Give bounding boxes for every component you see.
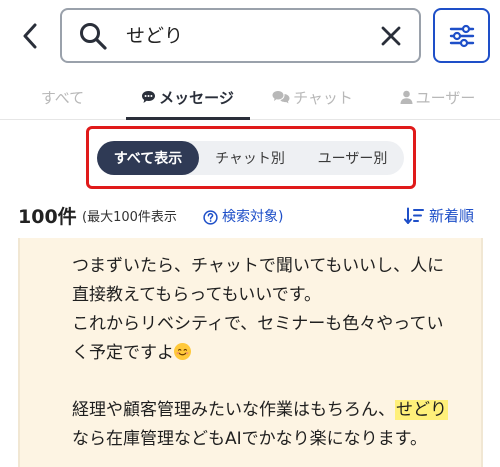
tab-chats[interactable]: チャット: [250, 74, 375, 120]
message-line-5-row: 経理や顧客管理みたいな作業はもちろん、せどり: [72, 396, 448, 424]
result-max-note: (最大100件表示: [82, 210, 177, 225]
message-line-4: く予定ですよ: [72, 343, 174, 363]
tab-all-label: すべて: [40, 88, 85, 107]
sliders-icon: [449, 24, 474, 47]
search-target-link[interactable]: 検索対象): [203, 207, 283, 227]
display-mode-segmented-control: すべて表示 チャット別 ユーザー別: [97, 141, 404, 175]
message-line-2: 直接教えてもらってもいいです。: [72, 285, 322, 305]
keyword-highlight: せどり: [395, 400, 448, 420]
tab-messages-label: メッセージ: [159, 88, 234, 107]
tab-users[interactable]: ユーザー: [375, 74, 500, 120]
sort-label: 新着順: [429, 207, 475, 225]
search-target-label: 検索対象): [222, 209, 284, 225]
tab-messages[interactable]: メッセージ: [125, 74, 250, 120]
speech-bubble-icon: [142, 91, 156, 103]
chat-bubbles-icon: [272, 91, 290, 104]
segment-by-chat-label: チャット別: [215, 151, 285, 167]
sort-descending-icon: [404, 207, 424, 224]
tab-chats-label: チャット: [293, 88, 353, 107]
search-header: せどり: [0, 0, 500, 74]
segment-all[interactable]: すべて表示: [97, 141, 199, 175]
message-line-5-text: 経理や顧客管理みたいな作業はもちろん、: [72, 400, 395, 420]
search-input[interactable]: せどり: [60, 8, 421, 63]
search-icon: [80, 23, 107, 50]
search-query-text: せどり: [126, 25, 184, 47]
close-icon[interactable]: [378, 23, 404, 49]
active-tab-indicator: [126, 117, 250, 120]
question-circle-icon: [203, 209, 218, 225]
tab-users-label: ユーザー: [415, 88, 476, 107]
message-line-6: なら在庫管理などもAIでかなり楽になります。: [72, 429, 427, 449]
smiling-face-icon: [174, 343, 191, 360]
chevron-left-icon: [23, 23, 37, 49]
back-button[interactable]: [14, 18, 46, 54]
person-icon: [400, 90, 413, 104]
sort-button[interactable]: 新着順: [404, 205, 474, 227]
message-line-3: これからリベシティで、セミナーも色々やってい: [72, 314, 444, 334]
message-result-card[interactable]: つまずいたら、チャットで聞いてもいいし、人に 直接教えてもらってもいいです。 こ…: [18, 238, 483, 467]
filter-button[interactable]: [433, 8, 490, 63]
segment-all-label: すべて表示: [113, 151, 183, 167]
tab-all[interactable]: すべて: [0, 74, 125, 120]
segment-by-user-label: ユーザー別: [317, 151, 388, 167]
result-count: 100件: [18, 206, 77, 228]
search-tabs: すべて メッセージ チャット ユーザー: [0, 74, 500, 120]
segment-by-user[interactable]: ユーザー別: [301, 141, 404, 175]
segment-by-chat[interactable]: チャット別: [199, 141, 301, 175]
message-line-1: つまずいたら、チャットで聞いてもいいし、人に: [72, 256, 445, 276]
message-line-4-row: く予定ですよ: [72, 339, 191, 367]
